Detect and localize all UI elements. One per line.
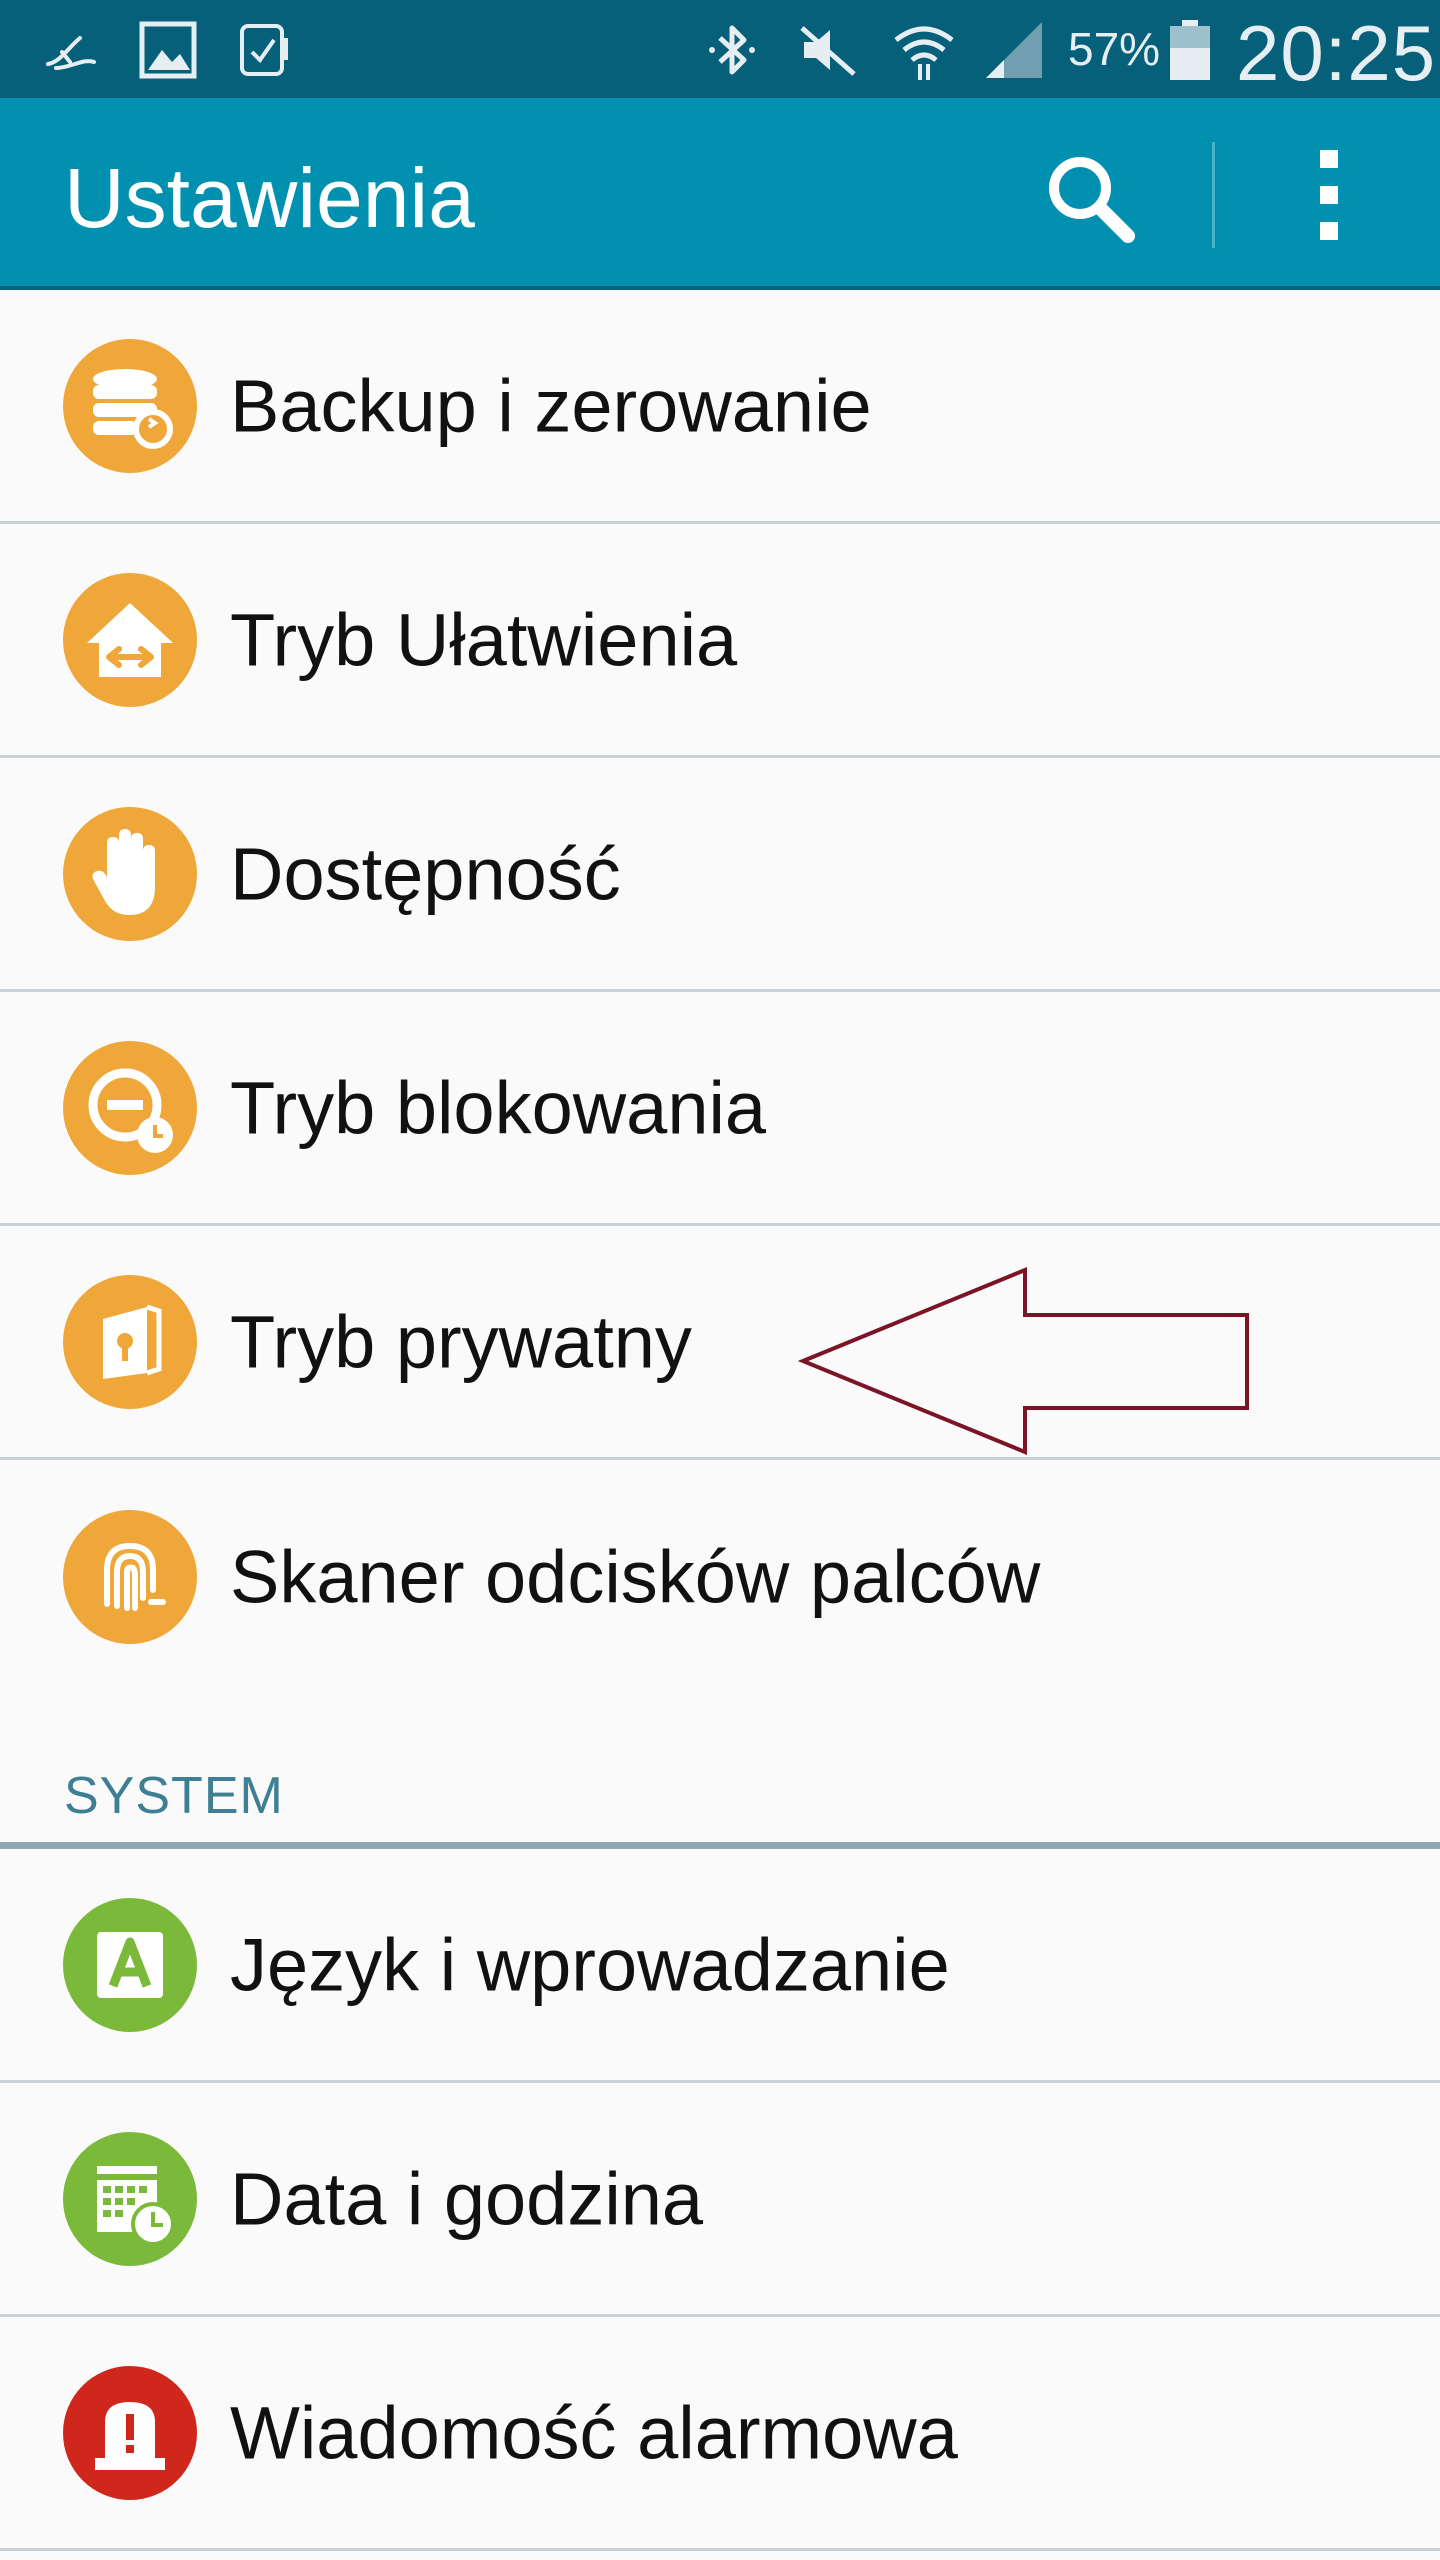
settings-item-label: Wiadomość alarmowa — [230, 2391, 958, 2474]
phone-card-icon — [232, 18, 296, 82]
status-bar: 57% 20:25 — [0, 0, 1440, 98]
search-icon — [1049, 157, 1135, 243]
annotation-arrow — [795, 1265, 1255, 1455]
calendar-clock-icon — [63, 2131, 197, 2266]
private-mode-icon — [63, 1274, 197, 1409]
section-divider — [0, 1842, 1440, 1849]
settings-item-label: Dostępność — [230, 832, 621, 915]
backup-database-icon — [63, 338, 197, 473]
mute-icon — [796, 18, 860, 82]
section-header-system: SYSTEM — [64, 1767, 284, 1825]
language-input-icon — [63, 1897, 197, 2032]
settings-item-label: Data i godzina — [230, 2157, 704, 2240]
signal-icon — [982, 18, 1046, 82]
search-button[interactable] — [1040, 148, 1140, 248]
fingerprint-icon — [63, 1510, 197, 1644]
bluetooth-icon — [700, 18, 764, 82]
notification-app-icon — [40, 18, 104, 82]
emergency-alarm-icon — [63, 2365, 197, 2500]
settings-item-label: Tryb Ułatwienia — [230, 598, 738, 681]
wifi-icon — [892, 18, 956, 82]
app-bar: Ustawienia — [0, 98, 1440, 290]
settings-item-date-time[interactable]: Data i godzina — [0, 2083, 1440, 2317]
settings-item-label: Język i wprowadzanie — [230, 1923, 950, 2006]
easy-mode-house-icon — [63, 572, 197, 707]
blocking-mode-icon — [63, 1040, 197, 1175]
more-options-button[interactable] — [1290, 140, 1370, 250]
app-bar-divider — [1212, 142, 1215, 248]
settings-item-accessibility[interactable]: Dostępność — [0, 758, 1440, 992]
settings-item-label: Skaner odcisków palców — [230, 1535, 1041, 1619]
hand-icon — [63, 806, 197, 941]
gallery-icon — [136, 18, 200, 82]
settings-item-label: Tryb prywatny — [230, 1300, 692, 1383]
settings-item-label: Tryb blokowania — [230, 1066, 767, 1149]
settings-item-easy-mode[interactable]: Tryb Ułatwienia — [0, 524, 1440, 758]
settings-item-fingerprint[interactable]: Skaner odcisków palców — [0, 1460, 1440, 1694]
battery-icon — [1166, 18, 1214, 82]
battery-percentage: 57% — [1068, 23, 1161, 75]
settings-item-backup[interactable]: Backup i zerowanie — [0, 290, 1440, 524]
settings-item-blocking-mode[interactable]: Tryb blokowania — [0, 992, 1440, 1226]
settings-item-label: Backup i zerowanie — [230, 364, 872, 447]
settings-item-language-input[interactable]: Język i wprowadzanie — [0, 1849, 1440, 2083]
page-title: Ustawienia — [64, 151, 475, 245]
status-clock: 20:25 — [1236, 9, 1437, 97]
settings-screen: 57% 20:25 Ustawienia Backup i zerowanie … — [0, 0, 1440, 2560]
settings-item-emergency-message[interactable]: Wiadomość alarmowa — [0, 2317, 1440, 2551]
